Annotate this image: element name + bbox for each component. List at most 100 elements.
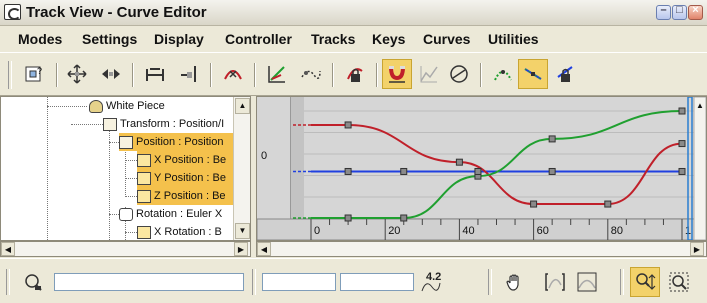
track-tree[interactable]: White Piece Transform : Position/I Posit… <box>0 96 251 241</box>
slide-keys-icon[interactable] <box>96 59 126 89</box>
lock-selection-icon[interactable] <box>340 59 370 89</box>
tree-item-label: White Piece <box>106 100 165 112</box>
reduce-keys-icon[interactable] <box>296 59 326 89</box>
curve-vertical-scrollbar[interactable] <box>693 97 706 240</box>
tree-item-x-rotation[interactable]: X Rotation : B <box>137 223 222 240</box>
tree-item-y-position[interactable]: Y Position : Be <box>137 169 233 187</box>
tree-item-white-piece[interactable]: White Piece <box>89 97 165 115</box>
parameter-curve-out-icon[interactable] <box>414 59 444 89</box>
transform-icon <box>103 117 117 131</box>
toolbar-grip[interactable] <box>8 61 12 89</box>
menu-utilities[interactable]: Utilities <box>488 31 539 47</box>
scroll-right-icon[interactable]: ▶ <box>690 242 704 256</box>
svg-text:?: ? <box>37 66 42 76</box>
menu-modes[interactable]: Modes <box>18 31 62 47</box>
menu-curves[interactable]: Curves <box>423 31 470 47</box>
filters-icon[interactable]: ? <box>20 59 50 89</box>
curve-key[interactable] <box>344 121 352 129</box>
add-keys-icon[interactable] <box>218 59 248 89</box>
scroll-down-icon[interactable]: ▼ <box>235 223 250 239</box>
selected-key-field[interactable] <box>54 273 244 291</box>
curve-horizontal-scrollbar[interactable]: ◀ ▶ <box>256 241 707 257</box>
ruler-tick-label: 20 <box>388 225 400 237</box>
key-mode-icon[interactable] <box>18 267 48 297</box>
app-icon <box>4 4 21 20</box>
tree-item-label: Z Position : Be <box>154 190 226 202</box>
menu-display[interactable]: Display <box>154 31 204 47</box>
tree-item-position[interactable]: Position : Position <box>119 133 233 151</box>
curve-icon <box>137 225 151 239</box>
frame-horizontal-icon[interactable] <box>540 267 570 297</box>
tree-item-label: X Position : Be <box>154 154 227 166</box>
position-icon <box>119 135 133 149</box>
close-button[interactable]: × <box>688 4 703 20</box>
menu-tracks[interactable]: Tracks <box>311 31 355 47</box>
title-bar: Track View - Curve Editor – □ × <box>0 0 707 26</box>
value-field[interactable] <box>340 273 414 291</box>
curve-editor-canvas[interactable]: 0 20 40 60 80 1 0 ▲ <box>257 97 706 240</box>
status-bar: 4.2 <box>0 258 707 303</box>
ruler-tick-label: 0 <box>314 225 320 237</box>
curve-key[interactable] <box>678 140 686 148</box>
menu-controller[interactable]: Controller <box>225 31 292 47</box>
pan-icon[interactable] <box>500 267 530 297</box>
curve-key[interactable] <box>455 158 463 166</box>
tree-vertical-scrollbar[interactable]: ▲ ▼ <box>233 97 250 240</box>
curve-key[interactable] <box>678 167 686 175</box>
zoom-icon[interactable] <box>630 267 660 297</box>
minimize-button[interactable]: – <box>656 4 671 20</box>
maximize-button[interactable]: □ <box>672 4 687 20</box>
tree-item-rotation[interactable]: Rotation : Euler X <box>119 205 222 223</box>
minimize-icon: – <box>660 4 667 16</box>
curve-key[interactable] <box>604 200 612 208</box>
curve-icon <box>137 171 151 185</box>
curve-key[interactable] <box>400 167 408 175</box>
ruler-tick-label: 60 <box>537 225 549 237</box>
main-toolbar: ? <box>0 52 707 96</box>
maximize-icon: □ <box>676 4 683 16</box>
lock-tangents-icon[interactable] <box>550 59 580 89</box>
curve-key[interactable] <box>678 107 686 115</box>
snap-frames-icon[interactable] <box>382 59 412 89</box>
curve-key[interactable] <box>344 167 352 175</box>
show-tangents-icon[interactable] <box>444 59 474 89</box>
menu-keys[interactable]: Keys <box>372 31 405 47</box>
tree-item-z-position[interactable]: Z Position : Be <box>137 187 233 205</box>
scale-keys-icon[interactable] <box>140 59 170 89</box>
scroll-left-icon[interactable]: ◀ <box>257 242 271 256</box>
tree-item-x-position[interactable]: X Position : Be <box>137 151 233 169</box>
close-icon: × <box>692 4 699 16</box>
scale-values-icon[interactable] <box>174 59 204 89</box>
scroll-right-icon[interactable]: ▶ <box>234 242 248 256</box>
scroll-left-icon[interactable]: ◀ <box>1 242 15 256</box>
ruler-tick-label: 40 <box>462 225 474 237</box>
tree-item-label: Y Position : Be <box>154 172 226 184</box>
curve-key[interactable] <box>548 167 556 175</box>
tangent-continuous-icon[interactable] <box>488 59 518 89</box>
y-axis-zero-label: 0 <box>261 150 267 162</box>
menu-bar: Modes Settings Display Controller Tracks… <box>0 26 707 52</box>
draw-curves-icon[interactable] <box>262 59 292 89</box>
tree-item-label: Transform : Position/I <box>120 118 225 130</box>
curve-graph[interactable]: 0 20 40 60 80 1 0 ▲ <box>256 96 707 241</box>
curve-key[interactable] <box>548 135 556 143</box>
scroll-up-icon[interactable]: ▲ <box>696 101 704 110</box>
curve-key[interactable] <box>474 167 482 175</box>
frame-values-icon[interactable] <box>572 267 602 297</box>
tree-horizontal-scrollbar[interactable]: ◀ ▶ <box>0 241 251 257</box>
move-keys-icon[interactable] <box>62 59 92 89</box>
tangent-fast-icon[interactable] <box>518 59 548 89</box>
tree-item-transform[interactable]: Transform : Position/I <box>103 115 224 133</box>
curve-icon <box>137 153 151 167</box>
menu-settings[interactable]: Settings <box>82 31 137 47</box>
curve-key[interactable] <box>400 214 408 222</box>
rotation-icon <box>119 207 133 221</box>
scroll-up-icon[interactable]: ▲ <box>235 98 250 114</box>
ruler-tick-label: 80 <box>611 225 623 237</box>
frame-field[interactable] <box>262 273 336 291</box>
curve-key[interactable] <box>344 214 352 222</box>
zoom-region-icon[interactable] <box>664 267 694 297</box>
tree-item-label: Rotation : Euler X <box>136 208 223 220</box>
curve-key[interactable] <box>530 200 538 208</box>
curve-icon <box>137 189 151 203</box>
